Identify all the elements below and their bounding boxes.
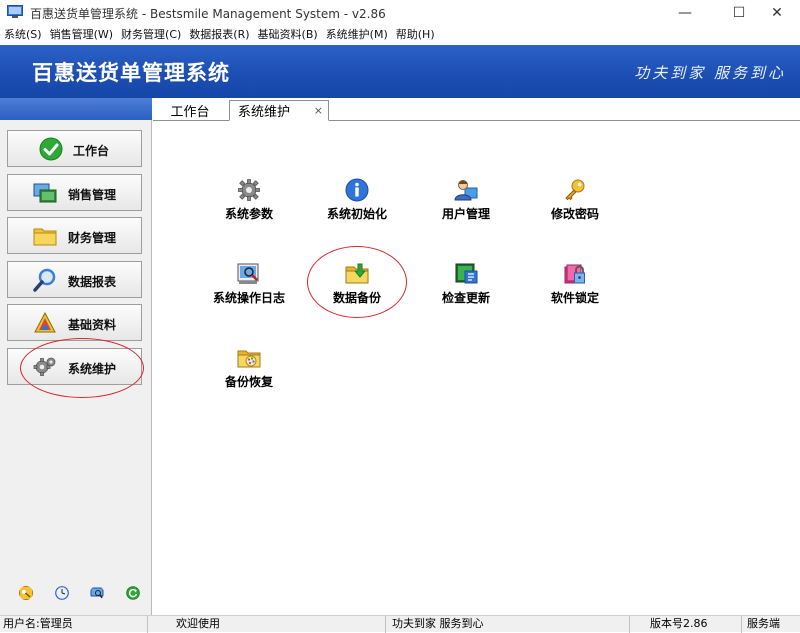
- tab-system-maintenance[interactable]: 系统维护 ×: [229, 100, 329, 121]
- tile-label: 检查更新: [441, 291, 490, 305]
- update-check-icon: [455, 263, 478, 284]
- menu-reports[interactable]: 数据报表(R): [185, 26, 253, 45]
- key-icon: [565, 179, 585, 201]
- color-palette-icon: [34, 311, 56, 333]
- windows-icon: [33, 183, 57, 203]
- sidebar-item-finance[interactable]: 财务管理: [7, 217, 142, 254]
- menu-sales[interactable]: 销售管理(W): [46, 26, 117, 45]
- tab-close-button[interactable]: ×: [314, 104, 323, 117]
- sidebar-header-stripe: [0, 98, 152, 120]
- app-banner: 百惠送货单管理系统 功夫到家 服务到心: [0, 45, 800, 98]
- folder-icon: [33, 228, 57, 246]
- refresh-icon[interactable]: [126, 586, 140, 600]
- monitor-icon[interactable]: [90, 586, 104, 600]
- tile-system-init[interactable]: 系统初始化: [302, 178, 412, 238]
- tile-label: 用户管理: [441, 207, 490, 221]
- checkmark-icon: [39, 137, 63, 161]
- menu-help[interactable]: 帮助(H): [392, 26, 439, 45]
- close-window-button[interactable]: ✕: [754, 0, 800, 26]
- tab-label: 系统维护: [238, 105, 291, 120]
- status-bar: 用户名:管理员 欢迎使用 功夫到家 服务到心 版本号2.86 服务端: [0, 615, 800, 633]
- menu-bar: 系统(S) 销售管理(W) 财务管理(C) 数据报表(R) 基础资料(B) 系统…: [0, 26, 800, 45]
- tab-workbench[interactable]: 工作台: [159, 100, 221, 121]
- tile-label: 修改密码: [550, 207, 599, 221]
- user-icon: [454, 180, 478, 201]
- menu-maintenance[interactable]: 系统维护(M): [322, 26, 392, 45]
- sidebar-item-label: 数据报表: [68, 275, 117, 289]
- gear-icon: [238, 179, 260, 201]
- magnifier-icon: [33, 268, 56, 292]
- tile-change-password[interactable]: 修改密码: [520, 178, 630, 238]
- clock-icon[interactable]: [55, 586, 69, 600]
- app-title: 百惠送货单管理系统: [32, 61, 230, 85]
- tile-system-params[interactable]: 系统参数: [194, 178, 304, 238]
- info-icon: [345, 178, 369, 202]
- key-icon[interactable]: [19, 586, 33, 600]
- title-bar: 百惠送货单管理系统 - Bestsmile Management System …: [0, 0, 800, 26]
- menu-basic-data[interactable]: 基础资料(B): [254, 26, 322, 45]
- sidebar-item-label: 工作台: [73, 144, 110, 158]
- status-version: 版本号2.86: [630, 616, 742, 633]
- status-welcome: 欢迎使用: [148, 616, 386, 633]
- menu-finance[interactable]: 财务管理(C): [117, 26, 185, 45]
- status-mode: 服务端: [747, 617, 780, 630]
- sidebar-item-label: 财务管理: [68, 231, 117, 245]
- sidebar-item-reports[interactable]: 数据报表: [7, 261, 142, 298]
- window-title: 百惠送货单管理系统 - Bestsmile Management System …: [30, 7, 386, 21]
- tile-user-management[interactable]: 用户管理: [411, 178, 521, 238]
- sidebar-item-workbench[interactable]: 工作台: [7, 130, 142, 167]
- tile-check-update[interactable]: 检查更新: [411, 262, 521, 322]
- sidebar-item-basic-data[interactable]: 基础资料: [7, 304, 142, 341]
- highlight-circle: [20, 338, 144, 398]
- sidebar-item-sales[interactable]: 销售管理: [7, 174, 142, 211]
- app-icon: [7, 5, 23, 18]
- minimize-button[interactable]: —: [662, 0, 708, 26]
- sidebar-item-label: 销售管理: [68, 188, 117, 202]
- lock-icon: [564, 264, 585, 284]
- tile-operation-log[interactable]: 系统操作日志: [194, 262, 304, 322]
- tile-label: 备份恢复: [224, 375, 273, 389]
- log-viewer-icon: [237, 263, 259, 284]
- tile-software-lock[interactable]: 软件锁定: [520, 262, 630, 322]
- tile-label: 系统操作日志: [212, 291, 285, 305]
- tile-label: 系统初始化: [326, 207, 387, 221]
- tile-label: 软件锁定: [550, 291, 599, 305]
- menu-system[interactable]: 系统(S): [0, 26, 46, 45]
- status-slogan: 功夫到家 服务到心: [386, 616, 630, 633]
- highlight-circle: [307, 246, 407, 318]
- status-user: 用户名:管理员: [0, 616, 148, 633]
- restore-folder-icon: [237, 350, 261, 368]
- tile-label: 系统参数: [224, 207, 273, 221]
- sidebar-item-label: 基础资料: [68, 318, 117, 332]
- banner-slogan: 功夫到家 服务到心: [634, 64, 786, 82]
- tile-backup-restore[interactable]: 备份恢复: [194, 346, 304, 406]
